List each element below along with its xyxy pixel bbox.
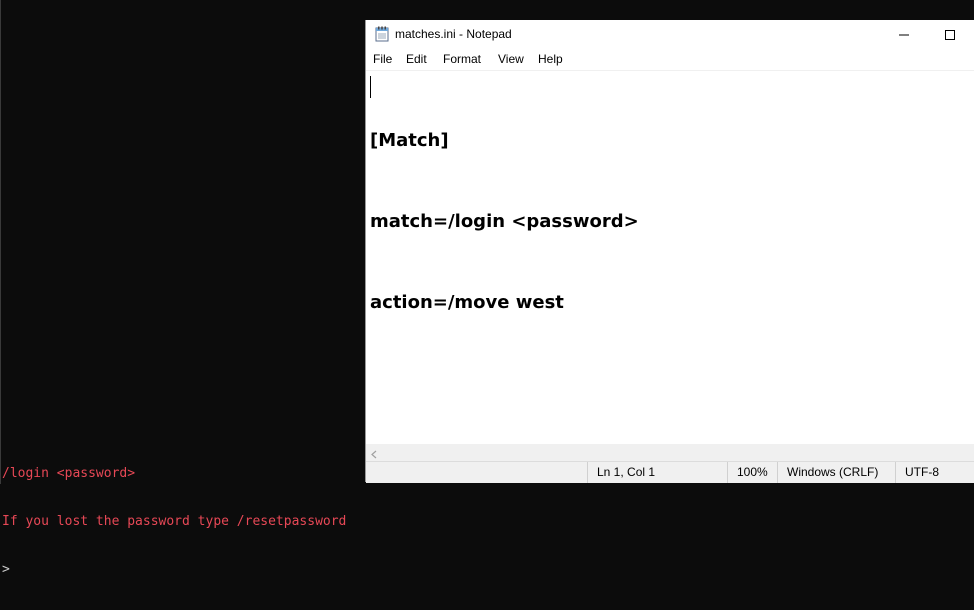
- editor-line: [Match]: [370, 130, 449, 151]
- menu-help[interactable]: Help: [538, 52, 563, 66]
- status-encoding: UTF-8: [895, 462, 974, 483]
- menu-edit[interactable]: Edit: [406, 52, 427, 66]
- editor-line: match=/login <password>: [370, 211, 639, 232]
- editor-content[interactable]: [Match] match=/login <password> action=/…: [370, 73, 639, 370]
- text-editor[interactable]: [Match] match=/login <password> action=/…: [366, 70, 974, 445]
- minimize-button[interactable]: [881, 20, 927, 50]
- minimize-icon: [899, 34, 909, 36]
- console-prompt[interactable]: >: [2, 562, 346, 578]
- status-cursor-position: Ln 1, Col 1: [587, 462, 727, 483]
- title-bar[interactable]: matches.ini - Notepad: [366, 20, 974, 50]
- status-zoom: 100%: [727, 462, 777, 483]
- console-output: /login <password> If you lost the passwo…: [2, 434, 346, 610]
- maximize-icon: [945, 30, 955, 40]
- horizontal-scrollbar[interactable]: [366, 444, 974, 461]
- menu-view[interactable]: View: [498, 52, 524, 66]
- console-border: [0, 0, 1, 484]
- status-line-endings: Windows (CRLF): [777, 462, 895, 483]
- console-line: If you lost the password type /resetpass…: [2, 514, 347, 529]
- notepad-icon[interactable]: [375, 26, 389, 42]
- scroll-left-icon[interactable]: [368, 446, 381, 459]
- window-title: matches.ini - Notepad: [395, 27, 512, 41]
- maximize-button[interactable]: [927, 20, 973, 50]
- status-bar: Ln 1, Col 1 100% Windows (CRLF) UTF-8: [366, 461, 974, 483]
- editor-line: action=/move west: [370, 292, 564, 313]
- menu-bar: File Edit Format View Help: [366, 50, 974, 70]
- console-line: /login <password>: [2, 466, 136, 481]
- menu-file[interactable]: File: [373, 52, 392, 66]
- notepad-window[interactable]: matches.ini - Notepad File Edit Format V…: [365, 20, 974, 483]
- menu-format[interactable]: Format: [443, 52, 481, 66]
